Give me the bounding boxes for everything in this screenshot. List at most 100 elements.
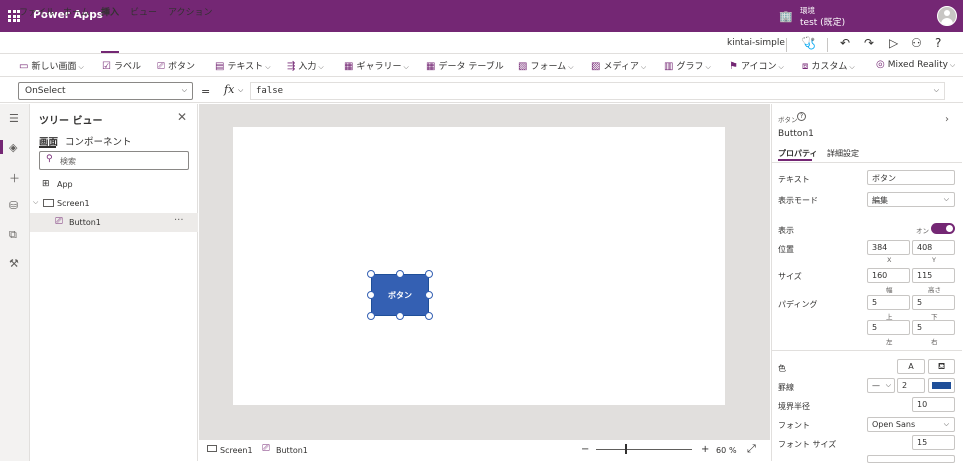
app-checker-icon[interactable]: 🩺 (801, 36, 816, 50)
data-icon[interactable]: ⛁ (9, 199, 18, 212)
fit-to-window-icon[interactable]: ⤢ (747, 442, 756, 456)
active-tab-indicator (39, 146, 56, 148)
menu-insert[interactable]: 挿入 (101, 5, 119, 18)
environment-icon[interactable]: 🏢 (779, 10, 793, 23)
resize-handle[interactable] (396, 270, 404, 278)
zoom-in-button[interactable]: + (701, 444, 709, 455)
zoom-slider-thumb[interactable] (625, 444, 627, 454)
resize-handle[interactable] (367, 312, 375, 320)
chevron-down-icon: ⌵ (403, 63, 409, 71)
chevron-down-icon[interactable]: ⌵ (238, 86, 243, 95)
width-input[interactable]: 160 (867, 268, 910, 283)
environment-name[interactable]: test (既定) (800, 15, 845, 28)
border-label: 罫線 (778, 383, 794, 392)
menu-home[interactable]: ホーム (63, 5, 90, 18)
text-icon: ▤ (215, 61, 225, 72)
chevron-down-icon[interactable]: ⌵ (33, 198, 38, 207)
tab-advanced[interactable]: 詳細設定 (827, 148, 859, 159)
share-icon[interactable]: ⚇ (911, 36, 922, 50)
height-input[interactable]: 115 (912, 268, 955, 283)
menu-action[interactable]: アクション (168, 5, 213, 18)
visible-toggle[interactable] (931, 223, 955, 234)
border-color-button[interactable] (928, 378, 955, 393)
ribbon-item[interactable]: ▦ ギャラリー ⌵ (344, 59, 409, 72)
width-caption: 幅 (886, 286, 893, 294)
tree-node-app[interactable]: ⊞ App (30, 175, 198, 194)
text-input[interactable]: ボタン (867, 170, 955, 185)
zoom-slider[interactable] (596, 449, 692, 450)
resize-handle[interactable] (367, 291, 375, 299)
ribbon-item[interactable]: ☑ ラベル (102, 59, 141, 72)
chevron-down-icon: ⌵ (705, 63, 711, 71)
chevron-down-icon[interactable]: ⌵ (934, 86, 939, 95)
separator (827, 38, 828, 52)
play-icon[interactable]: ▷ (889, 36, 898, 50)
zoom-unit: % (729, 446, 737, 455)
app-screen[interactable] (233, 127, 725, 405)
ribbon-item[interactable]: ⎚ ボタン (157, 59, 195, 72)
menu-view[interactable]: ビュー (130, 5, 157, 18)
property-dropdown[interactable]: OnSelect ⌵ (18, 82, 193, 100)
redo-icon[interactable]: ↷ (864, 36, 874, 50)
ribbon-item[interactable]: ▥ グラフ ⌵ (664, 59, 711, 72)
display-mode-dropdown[interactable]: 編集 ⌵ (867, 192, 955, 207)
chevron-down-icon: ⌵ (885, 381, 891, 389)
tree-view-icon[interactable]: ◈ (9, 141, 17, 154)
tab-properties[interactable]: プロパティ (778, 148, 818, 159)
zoom-out-button[interactable]: − (581, 444, 589, 455)
border-radius-input[interactable]: 10 (912, 397, 955, 412)
fx-icon[interactable]: fx (224, 83, 234, 96)
border-style-dropdown[interactable]: — ⌵ (867, 378, 895, 393)
chevron-right-icon[interactable]: › (945, 114, 949, 125)
resize-handle[interactable] (425, 291, 433, 299)
ribbon-item[interactable]: ⚑ アイコン ⌵ (729, 59, 784, 72)
help-icon[interactable]: ? (935, 36, 941, 50)
insert-icon[interactable]: ＋ (9, 170, 20, 186)
hamburger-icon[interactable]: ☰ (9, 112, 19, 125)
tree-node-button1[interactable]: ⎚ Button1 ··· (30, 213, 198, 232)
more-options-icon[interactable]: ··· (174, 215, 184, 226)
search-input[interactable]: 検索 (39, 151, 189, 170)
paint-bucket-icon: ⛾ (937, 362, 946, 372)
y-input[interactable]: 408 (912, 240, 955, 255)
resize-handle[interactable] (425, 312, 433, 320)
fill-color-button[interactable]: ⛾ (928, 359, 955, 374)
ribbon-item[interactable]: ▦ データ テーブル (426, 59, 504, 72)
ribbon-item[interactable]: ▤ テキスト ⌵ (215, 59, 271, 72)
formula-input[interactable]: false ⌵ (250, 82, 945, 100)
x-input[interactable]: 384 (867, 240, 910, 255)
ribbon-item[interactable]: ◎ Mixed Reality ⌵ (876, 59, 955, 70)
border-width-input[interactable]: 2 (897, 378, 925, 393)
resize-handle[interactable] (367, 270, 375, 278)
close-icon[interactable]: ✕ (177, 110, 187, 124)
icons-icon: ⚑ (729, 61, 738, 72)
ribbon-item[interactable]: ⇶ 入力 ⌵ (287, 59, 324, 72)
tab-components[interactable]: コンポーネント (65, 134, 132, 148)
breadcrumb-screen[interactable]: Screen1 (220, 446, 253, 455)
resize-handle[interactable] (425, 270, 433, 278)
menu-file[interactable]: ファイル (19, 5, 55, 18)
advanced-tools-icon[interactable]: ⚒ (9, 257, 19, 270)
font-weight-dropdown[interactable] (867, 455, 955, 463)
help-icon[interactable]: ? (797, 112, 806, 121)
font-dropdown[interactable]: Open Sans ⌵ (867, 417, 955, 432)
tree-node-screen1[interactable]: ⌵ Screen1 (30, 194, 198, 213)
user-avatar[interactable] (937, 6, 957, 26)
size-label: サイズ (778, 272, 802, 281)
ribbon-item[interactable]: ▧ フォーム ⌵ (518, 59, 574, 72)
ribbon-item[interactable]: ▭ 新しい画面 ⌵ (19, 59, 84, 72)
text-color-button[interactable]: A (897, 359, 925, 374)
font-size-input[interactable]: 15 (912, 435, 955, 450)
undo-icon[interactable]: ↶ (840, 36, 850, 50)
control-name[interactable]: Button1 (778, 129, 814, 139)
padding-bottom-input[interactable]: 5 (912, 295, 955, 310)
media-icon[interactable]: ⧉ (9, 228, 17, 242)
ribbon-item[interactable]: ⧈ カスタム ⌵ (802, 59, 855, 72)
chart-icon: ▥ (664, 61, 674, 72)
resize-handle[interactable] (396, 312, 404, 320)
padding-left-input[interactable]: 5 (867, 320, 910, 335)
breadcrumb-control[interactable]: Button1 (276, 446, 308, 455)
padding-top-input[interactable]: 5 (867, 295, 910, 310)
padding-right-input[interactable]: 5 (912, 320, 955, 335)
ribbon-item[interactable]: ▨ メディア ⌵ (591, 59, 646, 72)
